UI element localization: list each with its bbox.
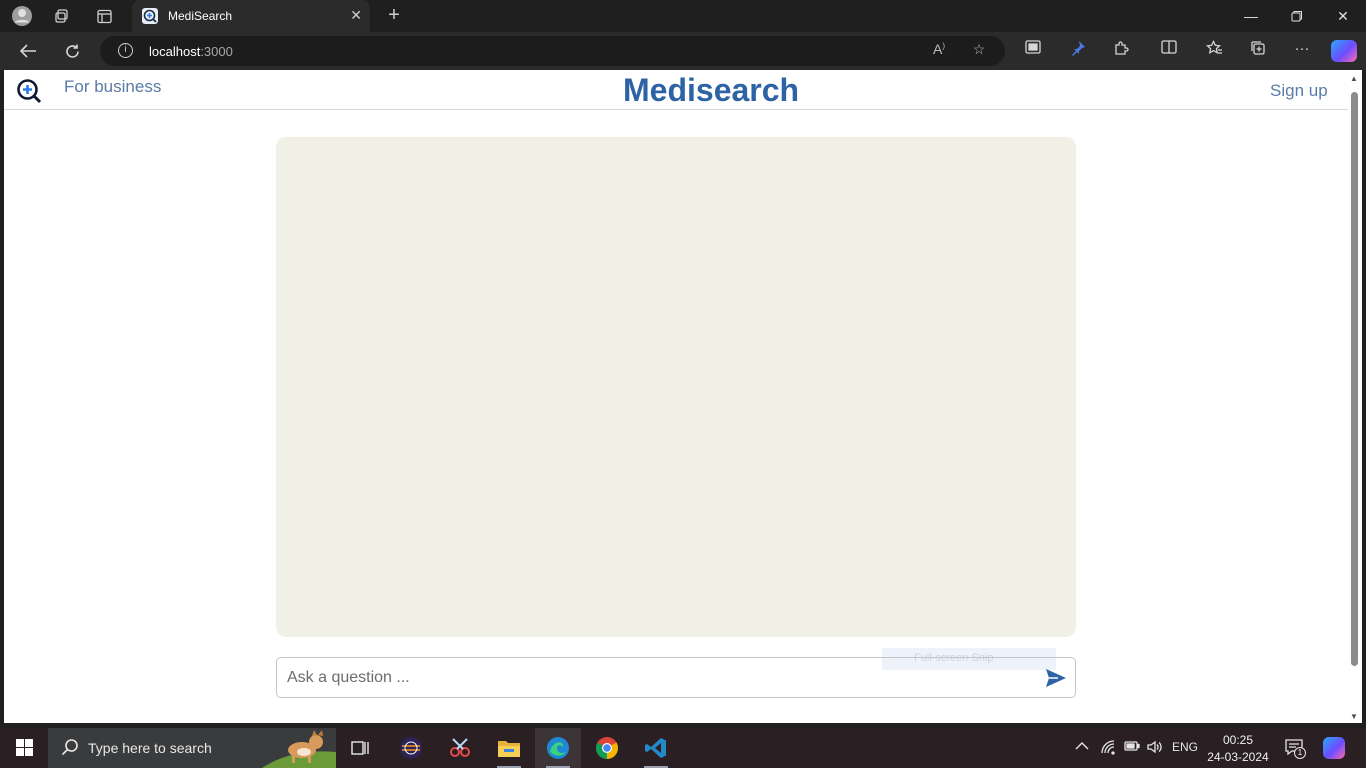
scroll-thumb[interactable] [1351, 92, 1358, 666]
scroll-up-icon[interactable]: ▲ [1350, 74, 1358, 83]
address-bar[interactable]: i localhost:3000 A) ☆ [100, 36, 1005, 66]
pin-extension-icon[interactable] [1066, 40, 1090, 62]
tab-close-icon[interactable]: ✕ [350, 7, 362, 24]
new-tab-icon[interactable]: + [382, 4, 406, 28]
more-options-icon[interactable]: ··· [1290, 40, 1314, 62]
tab-title: MediSearch [168, 9, 233, 23]
scroll-down-icon[interactable]: ▼ [1350, 712, 1358, 721]
clock[interactable]: 00:25 24-03-2024 [1207, 732, 1269, 766]
file-explorer-icon[interactable] [486, 728, 532, 768]
refresh-icon[interactable] [58, 38, 86, 64]
send-icon[interactable] [1043, 666, 1069, 690]
search-placeholder: Type here to search [88, 740, 212, 756]
browser-toolbar: i localhost:3000 A) ☆ ··· [0, 32, 1366, 70]
corgi-highlight-icon [262, 730, 336, 768]
language-indicator[interactable]: ENG [1172, 740, 1198, 754]
edge-icon[interactable] [535, 728, 581, 768]
url-port: :3000 [200, 44, 233, 59]
active-tab[interactable]: MediSearch ✕ [132, 0, 370, 32]
taskbar-search[interactable]: Type here to search [48, 728, 336, 768]
read-aloud-icon[interactable]: A) [928, 41, 950, 61]
favorites-icon[interactable] [1202, 39, 1226, 62]
page-scrollbar[interactable]: ▲ ▼ [1348, 70, 1362, 723]
collections-icon[interactable] [1246, 40, 1270, 62]
vertical-tabs-icon[interactable] [90, 4, 118, 28]
url-host: localhost [149, 44, 201, 59]
split-screen-icon[interactable] [1021, 40, 1045, 62]
split-view-icon[interactable] [1157, 40, 1181, 62]
vscode-icon[interactable] [633, 728, 679, 768]
volume-icon[interactable] [1146, 739, 1162, 758]
notification-count-badge: 1 [1294, 747, 1306, 759]
copilot-taskbar-icon[interactable] [1323, 737, 1345, 759]
brand-title: Medisearch [623, 72, 800, 108]
task-view-icon[interactable] [337, 728, 383, 768]
back-icon[interactable] [14, 38, 42, 64]
close-window-icon[interactable]: ✕ [1320, 0, 1366, 32]
eclipse-icon[interactable] [388, 728, 434, 768]
workspaces-icon[interactable] [48, 4, 76, 28]
medisearch-favicon [142, 8, 158, 24]
windows-start-icon[interactable] [8, 736, 40, 760]
show-hidden-icons[interactable] [1075, 739, 1089, 754]
medisearch-logo-icon[interactable] [16, 78, 42, 104]
url-text: localhost:3000 [149, 44, 233, 59]
site-header: For business Medisearch Sign up [4, 70, 1348, 110]
minimize-icon[interactable]: — [1228, 0, 1274, 32]
clock-date: 24-03-2024 [1207, 750, 1269, 764]
chat-conversation-area [276, 137, 1076, 637]
profile-icon[interactable] [8, 4, 36, 28]
site-info-icon[interactable]: i [118, 43, 133, 58]
for-business-link[interactable]: For business [64, 77, 161, 97]
question-input[interactable] [287, 666, 1027, 690]
extensions-icon[interactable] [1109, 40, 1133, 62]
restore-icon[interactable] [1274, 0, 1320, 32]
copilot-icon[interactable] [1331, 40, 1357, 62]
network-icon[interactable] [1100, 739, 1116, 758]
clock-time: 00:25 [1222, 733, 1254, 747]
search-icon [61, 739, 78, 756]
snipping-tool-icon[interactable] [437, 728, 483, 768]
sign-up-link[interactable]: Sign up [1270, 81, 1328, 101]
favorite-star-icon[interactable]: ☆ [968, 41, 990, 61]
browser-title-bar: MediSearch ✕ + — ✕ [0, 0, 1366, 32]
chrome-icon[interactable] [584, 728, 630, 768]
question-box[interactable] [276, 657, 1076, 698]
windows-taskbar: Type here to search ENG 00:25 24-03-2024… [0, 728, 1366, 768]
battery-icon[interactable] [1124, 739, 1140, 756]
page-viewport: For business Medisearch Sign up Full-scr… [4, 70, 1348, 723]
